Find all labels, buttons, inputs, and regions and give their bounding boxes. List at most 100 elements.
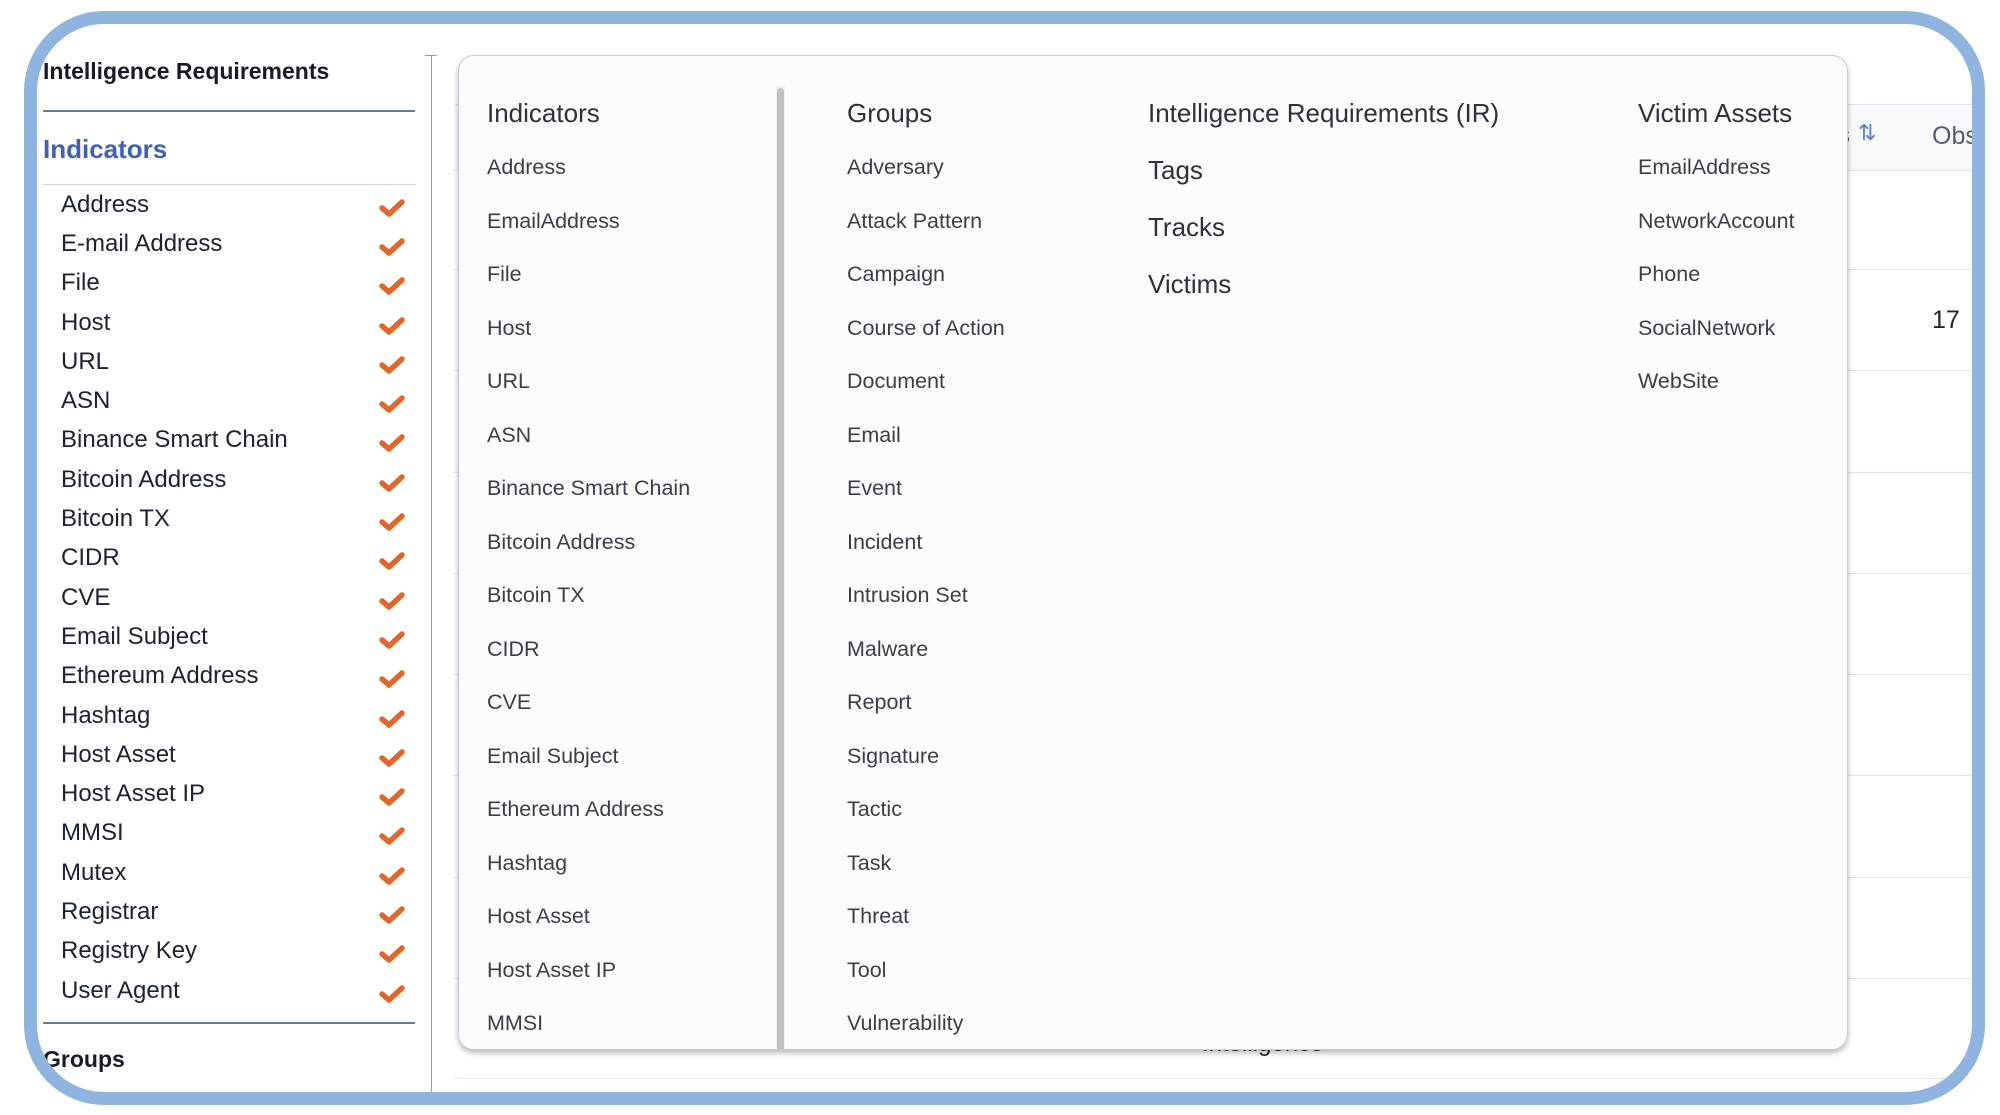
- table-row-divider: [454, 1078, 1972, 1079]
- sidebar-indicator-item[interactable]: Host Asset IP: [43, 774, 415, 813]
- popover-group-item[interactable]: Attack Pattern: [847, 206, 1005, 260]
- sidebar-indicator-item[interactable]: Registrar: [43, 892, 415, 931]
- sidebar-indicator-item[interactable]: Host: [43, 303, 415, 342]
- popover-group-item[interactable]: Tactic: [847, 794, 1005, 848]
- popover-indicator-item[interactable]: Binance Smart Chain: [487, 473, 690, 527]
- sidebar-divider: [43, 1095, 415, 1096]
- popover-heading-indicators: Indicators: [487, 98, 600, 128]
- popover-group-item[interactable]: Signature: [847, 741, 1005, 795]
- popover-victim-asset-item[interactable]: Phone: [1638, 259, 1795, 313]
- panel-divider[interactable]: [431, 55, 432, 1092]
- sidebar-indicator-label: Address: [61, 190, 150, 218]
- sidebar-indicator-item[interactable]: Registry Key: [43, 932, 415, 971]
- scrollbar-thumb[interactable]: [777, 88, 784, 1049]
- sidebar-indicator-label: ASN: [61, 387, 111, 415]
- sidebar-indicator-item[interactable]: Ethereum Address: [43, 657, 415, 696]
- checkmark-icon: [379, 708, 405, 730]
- sidebar-section-indicators[interactable]: Indicators: [43, 134, 167, 165]
- checkmark-icon: [379, 197, 405, 219]
- sidebar-indicator-item[interactable]: File: [43, 264, 415, 303]
- popover-victim-asset-item[interactable]: SocialNetwork: [1638, 313, 1795, 367]
- popover-group-item[interactable]: Vulnerability: [847, 1008, 1005, 1049]
- sidebar-indicator-item[interactable]: MMSI: [43, 814, 415, 853]
- sidebar-indicator-item[interactable]: Email Subject: [43, 617, 415, 656]
- popover-indicator-item[interactable]: Bitcoin Address: [487, 527, 690, 581]
- popover-group-item[interactable]: Report: [847, 687, 1005, 741]
- popover-indicator-item[interactable]: EmailAddress: [487, 206, 690, 260]
- popover-indicator-item[interactable]: MMSI: [487, 1008, 690, 1049]
- popover-indicator-item[interactable]: Email Subject: [487, 741, 690, 795]
- popover-group-item[interactable]: Task: [847, 848, 1005, 902]
- sidebar-indicator-list: Address E-mail Address File Host URL ASN Binan…: [43, 185, 415, 1010]
- checkmark-icon: [379, 943, 405, 965]
- sidebar-indicator-label: CVE: [61, 583, 111, 611]
- sidebar-indicator-label: CIDR: [61, 544, 120, 572]
- sidebar-indicator-item[interactable]: Mutex: [43, 853, 415, 892]
- screenshot-frame: Intelligence Requirements Indicators Add…: [24, 11, 1985, 1105]
- popover-group-item[interactable]: Event: [847, 473, 1005, 527]
- popover-item-tags[interactable]: Tags: [1148, 153, 1499, 210]
- checkmark-icon: [379, 511, 405, 533]
- popover-item-tracks[interactable]: Tracks: [1148, 210, 1499, 267]
- sidebar-indicator-label: User Agent: [61, 976, 180, 1004]
- popover-group-item[interactable]: Email: [847, 420, 1005, 474]
- sidebar-indicator-item[interactable]: Bitcoin TX: [43, 499, 415, 538]
- checkmark-icon: [379, 629, 405, 651]
- popover-indicator-item[interactable]: Bitcoin TX: [487, 580, 690, 634]
- popover-indicator-item[interactable]: CVE: [487, 687, 690, 741]
- sidebar-indicator-item[interactable]: E-mail Address: [43, 224, 415, 263]
- popover-victim-asset-item[interactable]: WebSite: [1638, 366, 1795, 420]
- popover-group-item[interactable]: Adversary: [847, 152, 1005, 206]
- popover-indicator-item[interactable]: CIDR: [487, 634, 690, 688]
- sidebar-indicator-item[interactable]: CIDR: [43, 539, 415, 578]
- sidebar-indicator-item[interactable]: Binance Smart Chain: [43, 421, 415, 460]
- sidebar-indicator-item[interactable]: CVE: [43, 578, 415, 617]
- sidebar-indicator-label: Host Asset: [61, 740, 176, 768]
- checkmark-icon: [379, 747, 405, 769]
- sidebar-indicator-item[interactable]: ASN: [43, 381, 415, 420]
- popover-indicator-item[interactable]: Hashtag: [487, 848, 690, 902]
- sidebar-indicator-label: Bitcoin Address: [61, 465, 227, 493]
- sidebar-section-groups[interactable]: Groups: [43, 1046, 125, 1073]
- popover-group-item[interactable]: Threat: [847, 901, 1005, 955]
- popover-group-item[interactable]: Tool: [847, 955, 1005, 1009]
- popover-indicator-item[interactable]: Host: [487, 313, 690, 367]
- sidebar-indicator-label: Binance Smart Chain: [61, 426, 288, 454]
- popover-indicator-item[interactable]: File: [487, 259, 690, 313]
- sort-arrows-icon[interactable]: ⇅: [1858, 120, 1876, 146]
- popover-column-other: Intelligence Requirements (IR) Tags Trac…: [1148, 96, 1499, 324]
- sidebar-indicator-item[interactable]: Hashtag: [43, 696, 415, 735]
- sidebar-indicator-item[interactable]: Bitcoin Address: [43, 460, 415, 499]
- popover-group-item[interactable]: Incident: [847, 527, 1005, 581]
- checkmark-icon: [379, 472, 405, 494]
- sidebar-indicator-item[interactable]: User Agent: [43, 971, 415, 1010]
- popover-group-item[interactable]: Intrusion Set: [847, 580, 1005, 634]
- popover-heading-victim-assets: Victim Assets: [1638, 98, 1793, 128]
- popover-group-item[interactable]: Campaign: [847, 259, 1005, 313]
- popover-column-victim-assets: Victim Assets EmailAddress NetworkAccount…: [1638, 96, 1795, 420]
- popover-victim-asset-item[interactable]: EmailAddress: [1638, 152, 1795, 206]
- popover-indicator-item[interactable]: Ethereum Address: [487, 794, 690, 848]
- sidebar-title: Intelligence Requirements: [43, 58, 330, 84]
- popover-indicator-item[interactable]: URL: [487, 366, 690, 420]
- checkmark-icon: [379, 432, 405, 454]
- popover-indicator-item[interactable]: Host Asset: [487, 901, 690, 955]
- sidebar-indicator-label: Bitcoin TX: [61, 505, 170, 533]
- popover-group-item[interactable]: Document: [847, 366, 1005, 420]
- popover-indicator-item[interactable]: ASN: [487, 420, 690, 474]
- popover-group-item[interactable]: Course of Action: [847, 313, 1005, 367]
- popover-indicator-item[interactable]: Host Asset IP: [487, 955, 690, 1009]
- popover-group-item[interactable]: Malware: [847, 634, 1005, 688]
- sidebar-indicator-item[interactable]: Address: [43, 185, 415, 224]
- sidebar-indicator-item[interactable]: URL: [43, 342, 415, 381]
- column-header-observations[interactable]: Obs: [1932, 122, 1972, 151]
- sidebar-indicator-label: File: [61, 269, 100, 297]
- popover-item-intelligence-requirements[interactable]: Intelligence Requirements (IR): [1148, 96, 1499, 153]
- sidebar-indicator-label: MMSI: [61, 819, 124, 847]
- sidebar-indicator-label: URL: [61, 347, 110, 375]
- popover-indicator-item[interactable]: Address: [487, 152, 690, 206]
- sidebar-divider: [43, 110, 415, 112]
- popover-victim-asset-item[interactable]: NetworkAccount: [1638, 206, 1795, 260]
- popover-item-victims[interactable]: Victims: [1148, 267, 1499, 324]
- sidebar-indicator-item[interactable]: Host Asset: [43, 735, 415, 774]
